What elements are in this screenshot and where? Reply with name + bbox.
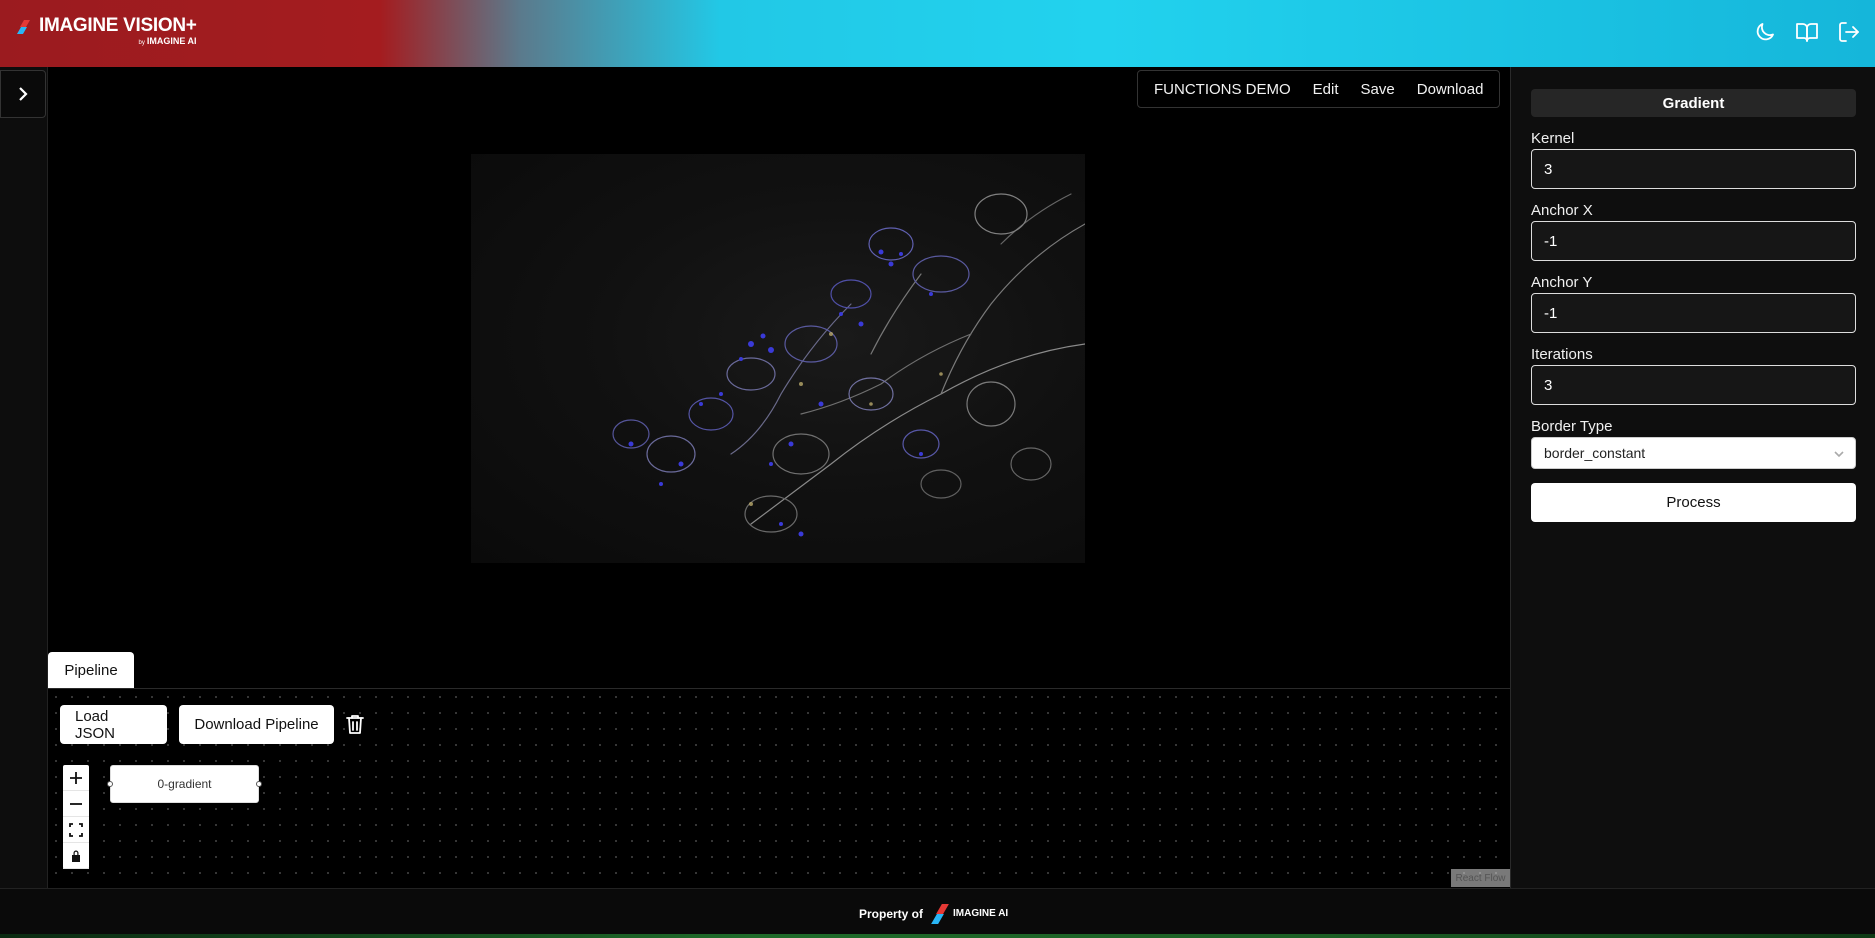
flow-controls [63,765,89,869]
sidebar-expand-button[interactable] [0,70,46,118]
plus-icon [70,771,82,784]
kernel-input[interactable]: 3 [1531,149,1856,189]
lock-toggle-button[interactable] [63,843,89,869]
download-pipeline-button[interactable]: Download Pipeline [179,705,334,744]
company-mark-icon [931,904,949,924]
chevron-down-icon [1834,451,1844,458]
brand-company: IMAGINE AI [146,36,197,46]
anchor-y-label: Anchor Y [1531,274,1593,291]
minus-icon [70,802,82,805]
book-icon[interactable] [1795,20,1819,44]
node-input-handle[interactable] [107,781,113,787]
top-menu: FUNCTIONS DEMO Edit Save Download [1137,70,1501,108]
processed-image [471,154,1085,563]
brand-by: by [138,40,145,46]
footer-accent-bar [0,934,1875,938]
chevron-right-icon [19,87,28,101]
fit-view-icon [69,822,83,837]
iterations-input[interactable]: 3 [1531,365,1856,405]
menu-edit[interactable]: Edit [1313,81,1339,98]
panel-title: Gradient [1531,89,1856,117]
app-header: IMAGINE VISION+ by IMAGINE AI [0,0,1875,67]
lock-icon [72,850,80,862]
zoom-in-button[interactable] [63,765,89,791]
footer-property-text: Property of [859,907,924,921]
border-type-select[interactable]: border_constant [1531,437,1856,469]
zoom-out-button[interactable] [63,791,89,817]
parameters-panel: Gradient Kernel 3 Anchor X -1 Anchor Y -… [1510,67,1875,888]
load-json-button[interactable]: Load JSON [60,705,167,744]
border-type-label: Border Type [1531,418,1613,435]
brand-mark-icon [16,20,36,34]
kernel-label: Kernel [1531,130,1575,147]
moon-icon[interactable] [1753,20,1777,44]
node-label: 0-gradient [157,777,212,791]
footer-company: IMAGINE AI [953,908,1009,919]
left-sidebar [0,67,48,888]
fit-view-button[interactable] [63,817,89,843]
app-footer: Property of IMAGINE AI [0,888,1875,938]
trash-icon[interactable] [345,713,365,735]
logout-icon[interactable] [1837,20,1861,44]
footer-logo: IMAGINE AI [931,904,1008,924]
node-output-handle[interactable] [256,781,262,787]
tab-pipeline[interactable]: Pipeline [48,652,134,688]
react-flow-attribution[interactable]: React Flow [1451,869,1510,887]
anchor-y-input[interactable]: -1 [1531,293,1856,333]
anchor-x-label: Anchor X [1531,202,1593,219]
anchor-x-input[interactable]: -1 [1531,221,1856,261]
menu-save[interactable]: Save [1361,81,1395,98]
brand-logo[interactable]: IMAGINE VISION+ by IMAGINE AI [16,15,197,48]
process-button[interactable]: Process [1531,483,1856,522]
iterations-label: Iterations [1531,346,1593,363]
brand-title: IMAGINE VISION+ [39,15,197,36]
menu-functions-demo[interactable]: FUNCTIONS DEMO [1154,81,1291,98]
border-type-value: border_constant [1544,445,1646,461]
pipeline-node-gradient[interactable]: 0-gradient [107,765,262,803]
menu-download[interactable]: Download [1417,81,1484,98]
